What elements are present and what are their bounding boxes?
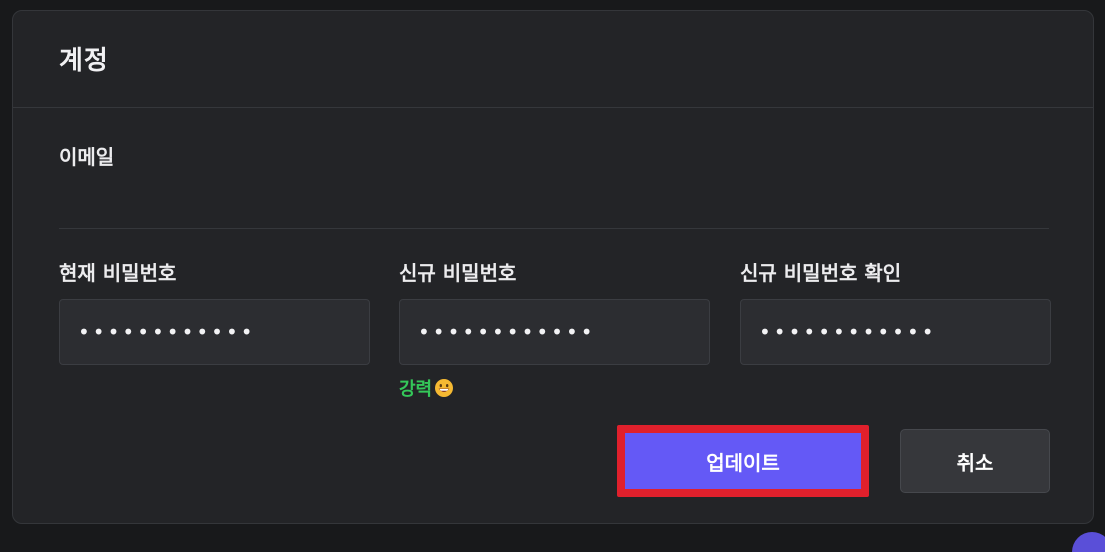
account-card: 계정 이메일 현재 비밀번호 신규 비밀번호 강력 신규 비밀번호 확인 [12, 10, 1094, 524]
password-strength-label: 강력 [399, 379, 433, 400]
current-password-field-group: 현재 비밀번호 [59, 261, 370, 365]
confirm-password-input[interactable] [740, 299, 1051, 365]
page-title: 계정 [59, 46, 109, 76]
new-password-label: 신규 비밀번호 [399, 261, 517, 285]
card-header: 계정 [13, 11, 1093, 108]
current-password-label: 현재 비밀번호 [59, 261, 177, 285]
section-divider [59, 228, 1049, 229]
confirm-password-label: 신규 비밀번호 확인 [740, 261, 902, 285]
password-strength-indicator: 강력 [399, 375, 710, 401]
new-password-field-group: 신규 비밀번호 강력 [399, 261, 710, 401]
new-password-input[interactable] [399, 299, 710, 365]
update-button[interactable]: 업데이트 [617, 425, 869, 497]
email-label: 이메일 [59, 145, 115, 169]
cancel-button[interactable]: 취소 [900, 429, 1050, 493]
floating-action-edge[interactable] [1072, 532, 1105, 552]
confirm-password-field-group: 신규 비밀번호 확인 [740, 261, 1051, 365]
grinning-face-icon [434, 378, 454, 398]
current-password-input[interactable] [59, 299, 370, 365]
